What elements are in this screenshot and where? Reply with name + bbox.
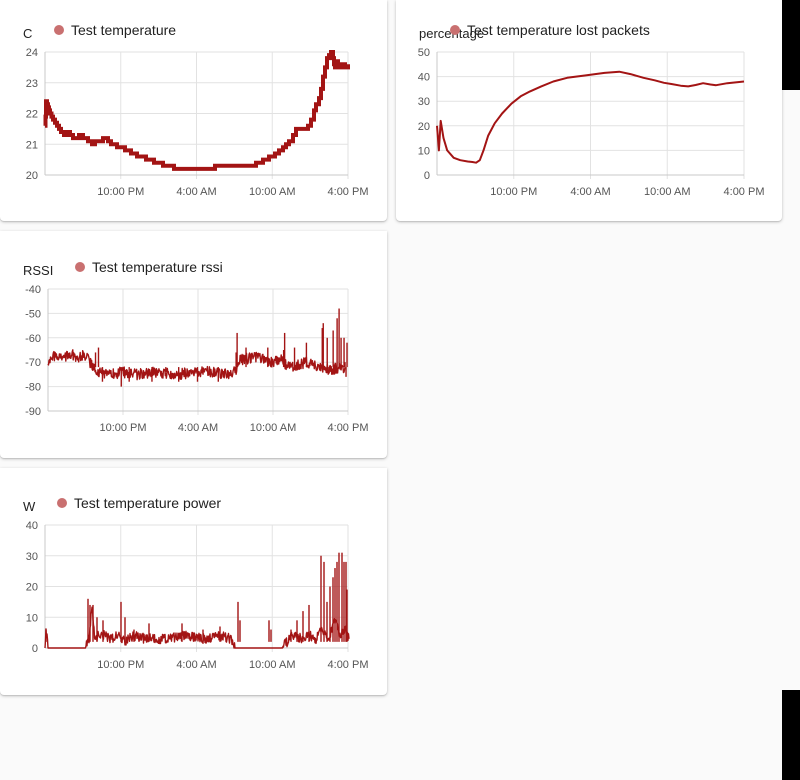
lost-packets-card: percentageTest temperature lost packets5… (396, 0, 782, 221)
legend-marker[interactable] (57, 498, 67, 508)
y-tick-label: 0 (32, 643, 38, 655)
y-tick-label: 10 (418, 145, 430, 157)
x-tick-label: 4:00 PM (328, 422, 369, 434)
x-tick-label: 4:00 AM (570, 186, 610, 198)
x-tick-label: 10:00 PM (490, 186, 537, 198)
y-tick-label: -40 (25, 284, 41, 296)
x-tick-label: 4:00 AM (178, 422, 218, 434)
y-tick-label: 40 (418, 72, 430, 84)
legend-label[interactable]: Test temperature (71, 22, 176, 38)
x-tick-label: 4:00 AM (176, 659, 216, 671)
x-tick-label: 10:00 AM (249, 186, 295, 198)
y-tick-label: 30 (418, 96, 430, 108)
y-tick-label: 0 (424, 170, 430, 182)
x-tick-label: 4:00 AM (176, 186, 216, 198)
y-tick-label: 20 (26, 170, 38, 182)
legend-label[interactable]: Test temperature rssi (92, 259, 223, 275)
y-tick-label: -60 (25, 333, 41, 345)
x-tick-label: 4:00 PM (328, 186, 369, 198)
x-tick-label: 10:00 AM (249, 659, 295, 671)
legend-marker[interactable] (54, 25, 64, 35)
y-tick-label: 21 (26, 139, 38, 151)
legend-marker[interactable] (75, 262, 85, 272)
y-unit-label: W (23, 499, 36, 514)
y-tick-label: 20 (26, 582, 38, 594)
scrollbar-top[interactable] (782, 0, 800, 90)
power-card: W Test temperature power 40 30 20 10 0 10:00 PM… (0, 468, 387, 695)
x-tick-label: 10:00 PM (99, 422, 146, 434)
chart-power: W Test temperature power 40 30 20 10 0 10:00 PM… (23, 495, 369, 671)
y-tick-label: 23 (26, 78, 38, 90)
x-tick-label: 10:00 AM (644, 186, 690, 198)
legend-marker[interactable] (450, 25, 460, 35)
y-tick-label: 40 (26, 520, 38, 532)
y-tick-label: 20 (418, 121, 430, 133)
y-unit-label: C (23, 26, 32, 41)
chart-rssi: RSSI Test temperature rssi -40 -50 -60 -70 -80… (23, 259, 369, 434)
y-tick-label: 50 (418, 47, 430, 59)
y-unit-label: RSSI (23, 263, 53, 278)
y-tick-label: 10 (26, 612, 38, 624)
y-tick-label: -50 (25, 308, 41, 320)
y-tick-label: 22 (26, 109, 38, 121)
legend-label[interactable]: Test temperature power (74, 495, 221, 511)
y-tick-label: -90 (25, 406, 41, 418)
temperature-card: C Test temperature 24 23 22 21 20 10:00 PM 4:00 … (0, 0, 387, 221)
rssi-card: RSSI Test temperature rssi -40 -50 -60 -70 -80… (0, 231, 387, 458)
chart-temperature: C Test temperature 24 23 22 21 20 10:00 PM 4:00 … (23, 22, 369, 198)
x-tick-label: 10:00 AM (250, 422, 296, 434)
y-tick-label: 30 (26, 551, 38, 563)
legend-label[interactable]: Test temperature lost packets (467, 22, 650, 38)
x-tick-label: 10:00 PM (97, 186, 144, 198)
y-tick-label: 24 (26, 47, 38, 59)
y-tick-label: -80 (25, 382, 41, 394)
chart-lost-packets: percentageTest temperature lost packets5… (418, 22, 765, 198)
series-line[interactable] (47, 349, 346, 381)
x-tick-label: 4:00 PM (724, 186, 765, 198)
x-tick-label: 4:00 PM (328, 659, 369, 671)
scrollbar-bottom[interactable] (782, 690, 800, 780)
y-tick-label: -70 (25, 357, 41, 369)
x-tick-label: 10:00 PM (97, 659, 144, 671)
